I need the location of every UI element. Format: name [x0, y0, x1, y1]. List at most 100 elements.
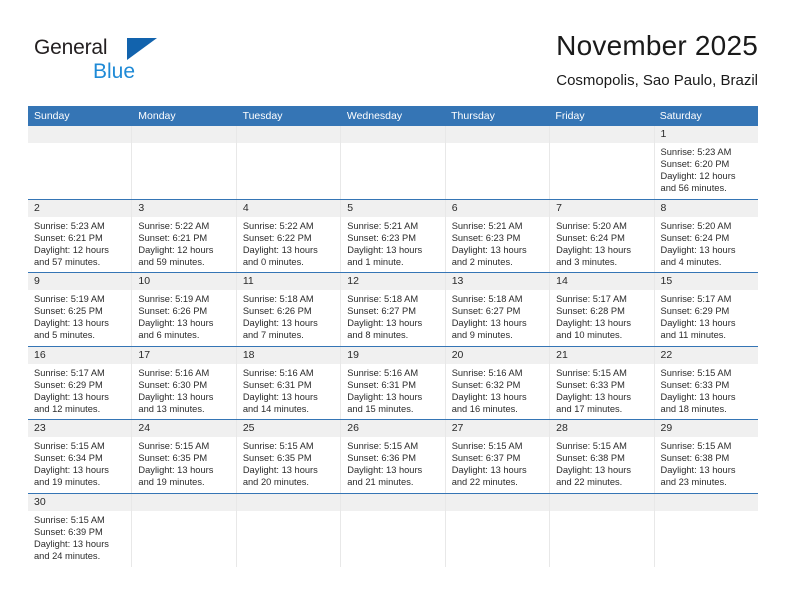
- day-sun-info: Sunrise: 5:19 AM Sunset: 6:26 PM Dayligh…: [138, 294, 214, 341]
- calendar-day-cell[interactable]: 19 Sunrise: 5:16 AM Sunset: 6:31 PM Dayli…: [341, 346, 446, 419]
- calendar-empty-cell: [341, 126, 446, 199]
- day-number: 1: [654, 126, 758, 143]
- day-number: 6: [445, 199, 550, 217]
- day-number: 11: [236, 273, 341, 290]
- calendar-week-row: 16 Sunrise: 5:17 AM Sunset: 6:29 PM Dayli…: [28, 346, 758, 420]
- day-sun-info: [655, 511, 758, 514]
- calendar-day-cell[interactable]: 9 Sunrise: 5:19 AM Sunset: 6:25 PM Daylig…: [28, 273, 133, 346]
- calendar-empty-cell: [550, 493, 655, 567]
- day-sun-info: Sunrise: 5:17 AM Sunset: 6:28 PM Dayligh…: [556, 294, 632, 341]
- day-sun-info: Sunrise: 5:18 AM Sunset: 6:27 PM Dayligh…: [451, 294, 527, 341]
- day-number: [654, 493, 758, 511]
- calendar-day-cell[interactable]: 3 Sunrise: 5:22 AM Sunset: 6:21 PM Daylig…: [132, 199, 237, 272]
- calendar-day-cell[interactable]: 1 Sunrise: 5:23 AM Sunset: 6:20 PM Daylig…: [654, 126, 758, 199]
- day-sun-info: Sunrise: 5:15 AM Sunset: 6:39 PM Dayligh…: [34, 514, 109, 561]
- day-number: 12: [341, 273, 445, 290]
- day-number: 7: [550, 199, 654, 217]
- page-title: November 2025: [556, 30, 758, 61]
- day-number: 13: [445, 273, 550, 290]
- day-sun-info: Sunrise: 5:20 AM Sunset: 6:24 PM Dayligh…: [660, 220, 736, 267]
- calendar-day-cell[interactable]: 18 Sunrise: 5:16 AM Sunset: 6:31 PM Dayli…: [236, 346, 342, 419]
- calendar-day-cell[interactable]: 23 Sunrise: 5:15 AM Sunset: 6:34 PM Dayli…: [28, 420, 133, 493]
- day-sun-info: Sunrise: 5:15 AM Sunset: 6:33 PM Dayligh…: [556, 367, 632, 414]
- day-number: 2: [28, 199, 132, 217]
- day-sun-info: Sunrise: 5:22 AM Sunset: 6:21 PM Dayligh…: [138, 220, 214, 267]
- calendar-day-cell[interactable]: 21 Sunrise: 5:15 AM Sunset: 6:33 PM Dayli…: [550, 346, 655, 419]
- day-sun-info: Sunrise: 5:15 AM Sunset: 6:35 PM Dayligh…: [138, 441, 214, 488]
- day-sun-info: Sunrise: 5:15 AM Sunset: 6:37 PM Dayligh…: [451, 441, 527, 488]
- calendar-page: General Blue November 2025 Cosmopolis, S…: [0, 0, 792, 612]
- weekday-header-sunday: Sunday: [34, 110, 70, 122]
- day-sun-info: Sunrise: 5:18 AM Sunset: 6:27 PM Dayligh…: [347, 294, 423, 341]
- day-sun-info: Sunrise: 5:23 AM Sunset: 6:20 PM Dayligh…: [660, 147, 736, 194]
- calendar-day-cell[interactable]: 7 Sunrise: 5:20 AM Sunset: 6:24 PM Daylig…: [550, 199, 655, 272]
- calendar-day-cell[interactable]: 17 Sunrise: 5:16 AM Sunset: 6:30 PM Dayli…: [132, 346, 237, 419]
- day-sun-info: Sunrise: 5:15 AM Sunset: 6:38 PM Dayligh…: [556, 441, 632, 488]
- weekday-header-thursday: Thursday: [451, 110, 495, 122]
- day-sun-info: [550, 143, 653, 146]
- calendar-empty-cell: [654, 493, 758, 568]
- day-number: 17: [132, 346, 236, 364]
- day-number: [236, 126, 341, 143]
- calendar-day-cell[interactable]: 28 Sunrise: 5:15 AM Sunset: 6:38 PM Dayli…: [550, 420, 655, 493]
- title-block: November 2025 Cosmopolis, Sao Paulo, Bra…: [556, 28, 758, 92]
- day-number: [236, 493, 341, 511]
- weekday-header-row: Sunday Monday Tuesday Wednesday Thursday Frid…: [28, 106, 758, 126]
- day-number: [132, 493, 236, 511]
- calendar-empty-cell: [341, 493, 446, 567]
- day-number: [341, 126, 445, 143]
- day-sun-info: Sunrise: 5:16 AM Sunset: 6:31 PM Dayligh…: [242, 367, 318, 414]
- calendar-day-cell[interactable]: 22 Sunrise: 5:15 AM Sunset: 6:33 PM Dayli…: [654, 346, 758, 420]
- day-sun-info: Sunrise: 5:21 AM Sunset: 6:23 PM Dayligh…: [451, 220, 527, 267]
- day-number: 29: [654, 420, 758, 437]
- day-sun-info: Sunrise: 5:18 AM Sunset: 6:26 PM Dayligh…: [242, 294, 318, 341]
- calendar-day-cell[interactable]: 26 Sunrise: 5:15 AM Sunset: 6:36 PM Dayli…: [341, 420, 446, 493]
- day-number: 23: [28, 420, 132, 437]
- calendar-day-cell[interactable]: 30 Sunrise: 5:15 AM Sunset: 6:39 PM Dayli…: [28, 493, 133, 567]
- calendar-day-cell[interactable]: 12 Sunrise: 5:18 AM Sunset: 6:27 PM Dayli…: [341, 273, 446, 346]
- day-number: [445, 493, 550, 511]
- calendar-day-cell[interactable]: 4 Sunrise: 5:22 AM Sunset: 6:22 PM Daylig…: [236, 199, 342, 272]
- calendar-day-cell[interactable]: 16 Sunrise: 5:17 AM Sunset: 6:29 PM Dayli…: [28, 346, 133, 419]
- day-number: 5: [341, 199, 445, 217]
- calendar-day-cell[interactable]: 13 Sunrise: 5:18 AM Sunset: 6:27 PM Dayli…: [445, 273, 551, 346]
- day-number: 25: [236, 420, 341, 437]
- calendar-empty-cell: [445, 493, 551, 567]
- day-number: [445, 126, 550, 143]
- calendar-week-row: 2 Sunrise: 5:23 AM Sunset: 6:21 PM Daylig…: [28, 199, 758, 273]
- day-number: 15: [654, 273, 758, 290]
- calendar-day-cell[interactable]: 29 Sunrise: 5:15 AM Sunset: 6:38 PM Dayli…: [654, 420, 758, 493]
- calendar-day-cell[interactable]: 15 Sunrise: 5:17 AM Sunset: 6:29 PM Dayli…: [654, 273, 758, 346]
- day-number: 20: [445, 346, 550, 364]
- calendar-day-cell[interactable]: 24 Sunrise: 5:15 AM Sunset: 6:35 PM Dayli…: [132, 420, 237, 493]
- calendar-empty-cell: [550, 126, 655, 199]
- calendar-day-cell[interactable]: 11 Sunrise: 5:18 AM Sunset: 6:26 PM Dayli…: [236, 273, 342, 346]
- logo-text-general: General: [34, 36, 108, 59]
- calendar-day-cell[interactable]: 6 Sunrise: 5:21 AM Sunset: 6:23 PM Daylig…: [445, 199, 551, 272]
- calendar-day-cell[interactable]: 25 Sunrise: 5:15 AM Sunset: 6:35 PM Dayli…: [236, 420, 342, 493]
- day-number: [550, 493, 654, 511]
- page-subtitle: Cosmopolis, Sao Paulo, Brazil: [556, 72, 758, 89]
- day-sun-info: [132, 511, 235, 514]
- day-number: 16: [28, 346, 132, 364]
- day-number: [550, 126, 654, 143]
- day-sun-info: Sunrise: 5:17 AM Sunset: 6:29 PM Dayligh…: [34, 367, 109, 414]
- calendar-week-row: 9 Sunrise: 5:19 AM Sunset: 6:25 PM Daylig…: [28, 273, 758, 347]
- day-sun-info: [237, 511, 340, 514]
- calendar-empty-cell: [132, 126, 237, 199]
- day-number: 14: [550, 273, 654, 290]
- day-sun-info: [446, 511, 549, 514]
- calendar-day-cell[interactable]: 20 Sunrise: 5:16 AM Sunset: 6:32 PM Dayli…: [445, 346, 551, 419]
- calendar-empty-cell: [132, 493, 237, 567]
- calendar-day-cell[interactable]: 8 Sunrise: 5:20 AM Sunset: 6:24 PM Daylig…: [654, 199, 758, 273]
- calendar-day-cell[interactable]: 14 Sunrise: 5:17 AM Sunset: 6:28 PM Dayli…: [550, 273, 655, 346]
- calendar-day-cell[interactable]: 2 Sunrise: 5:23 AM Sunset: 6:21 PM Daylig…: [28, 199, 133, 272]
- logo-text-blue: Blue: [93, 60, 136, 83]
- day-sun-info: Sunrise: 5:19 AM Sunset: 6:25 PM Dayligh…: [34, 294, 109, 341]
- calendar-week-row: 30 Sunrise: 5:15 AM Sunset: 6:39 PM Dayli…: [28, 493, 758, 568]
- calendar-day-cell[interactable]: 27 Sunrise: 5:15 AM Sunset: 6:37 PM Dayli…: [445, 420, 551, 493]
- calendar-day-cell[interactable]: 5 Sunrise: 5:21 AM Sunset: 6:23 PM Daylig…: [341, 199, 446, 272]
- day-number: 21: [550, 346, 654, 364]
- calendar-day-cell[interactable]: 10 Sunrise: 5:19 AM Sunset: 6:26 PM Dayli…: [132, 273, 237, 346]
- day-sun-info: [341, 143, 444, 146]
